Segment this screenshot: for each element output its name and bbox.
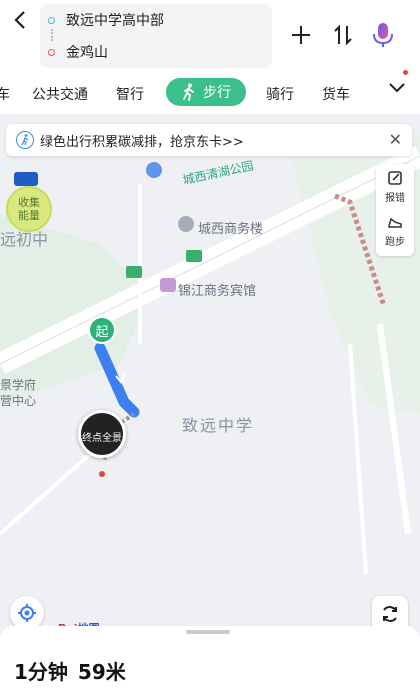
tab-smart[interactable]: 智行	[116, 84, 144, 104]
route-input-box: 致远中学高中部 金鸡山	[40, 4, 272, 68]
expand-tabs-button[interactable]	[388, 82, 406, 98]
route-summary-panel[interactable]: 1分钟 59米	[0, 626, 420, 692]
collect-energy-button[interactable]: 收集 能量	[6, 186, 52, 232]
route-header: 致远中学高中部 金鸡山	[0, 0, 420, 72]
destination-field[interactable]: 金鸡山	[48, 41, 108, 63]
microphone-icon	[373, 23, 393, 47]
tab-car[interactable]: 车	[0, 84, 10, 104]
poi-school-label: 致远中学	[182, 416, 255, 435]
report-label: 报错	[385, 193, 405, 204]
energy-badge-icon	[14, 172, 38, 186]
distance-text: 59米	[77, 660, 126, 684]
locate-icon	[18, 604, 36, 622]
shoe-icon	[388, 217, 402, 228]
refresh-icon	[383, 606, 397, 622]
report-button[interactable]: 报错	[376, 170, 414, 204]
locate-button[interactable]	[10, 596, 44, 630]
end-panorama-marker[interactable]: 终点全景	[78, 410, 126, 458]
start-marker[interactable]: 起	[88, 316, 116, 344]
edit-icon	[388, 171, 402, 185]
map-side-tools: 报错 跑步	[376, 164, 414, 256]
duration-text: 1分钟	[14, 660, 68, 684]
map-view[interactable]: 绿色出行积累碳减排，抢京东卡>> ✕ 报错 跑步 城西清湖公园 城西商务楼 锦江…	[0, 114, 420, 644]
walk-circle-icon	[16, 131, 34, 149]
tab-truck[interactable]: 货车	[322, 84, 350, 104]
transport-mode-tabs: 车 公共交通 智行 步行 骑行 货车	[0, 76, 420, 112]
origin-dot-icon	[48, 16, 55, 24]
poi-hotel-label: 锦江商务宾馆	[178, 284, 257, 299]
tab-public-transit[interactable]: 公共交通	[32, 84, 88, 104]
tab-walk[interactable]: 步行	[166, 78, 246, 106]
run-button[interactable]: 跑步	[376, 214, 414, 248]
origin-label: 致远中学高中部	[66, 13, 164, 29]
back-button[interactable]	[6, 6, 34, 34]
tab-bike[interactable]: 骑行	[266, 84, 294, 104]
notification-dot	[403, 70, 408, 75]
destination-dot-icon	[48, 48, 55, 56]
destination-dot	[99, 471, 105, 477]
swap-button[interactable]	[328, 20, 358, 50]
plus-icon	[292, 26, 310, 44]
run-label: 跑步	[385, 237, 405, 248]
swap-icon	[334, 24, 352, 46]
tab-walk-label: 步行	[203, 85, 231, 101]
destination-label: 金鸡山	[66, 45, 108, 61]
add-waypoint-button[interactable]	[286, 20, 316, 50]
promo-banner[interactable]: 绿色出行积累碳减排，抢京东卡>> ✕	[6, 124, 412, 156]
voice-button[interactable]	[368, 20, 398, 50]
drag-handle[interactable]	[186, 630, 230, 634]
map-canvas	[0, 134, 420, 575]
walk-icon	[183, 83, 194, 101]
poi-left-mid2-label: 营中心	[0, 394, 37, 408]
poi-building-label: 城西商务楼	[198, 222, 264, 237]
chevron-left-icon	[14, 11, 25, 29]
route-summary: 1分钟 59米	[14, 656, 126, 685]
poi-left-mid1-label: 景学府	[0, 378, 37, 392]
route-connector	[51, 29, 53, 41]
promo-text: 绿色出行积累碳减排，抢京东卡>>	[40, 134, 244, 150]
end-panorama-label: 终点全景	[82, 433, 122, 444]
chevron-down-icon	[389, 83, 405, 93]
close-banner-button[interactable]: ✕	[389, 130, 402, 149]
origin-field[interactable]: 致远中学高中部	[48, 9, 164, 31]
